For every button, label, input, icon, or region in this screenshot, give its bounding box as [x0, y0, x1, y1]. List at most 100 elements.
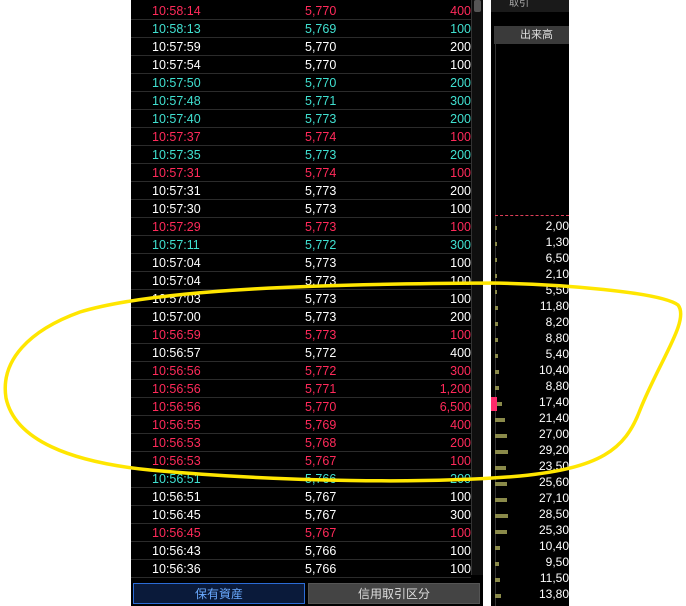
volume-bar [495, 290, 497, 294]
tick-row[interactable]: 10:57:00 5,773 200 [131, 308, 471, 326]
tick-volume: 100 [450, 274, 471, 288]
tick-row[interactable]: 10:57:50 5,770 200 [131, 74, 471, 92]
volume-value: 25,60 [538, 475, 569, 489]
tick-time: 10:56:53 [152, 454, 201, 468]
scrollbar-thumb[interactable] [474, 0, 481, 12]
volume-bar [495, 578, 500, 582]
tick-row[interactable]: 10:56:53 5,768 200 [131, 434, 471, 452]
volume-bar [495, 498, 507, 502]
volume-row: 11,50 [491, 570, 569, 586]
tick-volume: 300 [450, 238, 471, 252]
tick-time: 10:56:53 [152, 436, 201, 450]
volume-row: 9,50 [491, 554, 569, 570]
tick-row[interactable]: 10:57:30 5,773 100 [131, 200, 471, 218]
tick-row[interactable]: 10:56:45 5,767 100 [131, 524, 471, 542]
tick-volume: 100 [450, 256, 471, 270]
volume-bar [495, 530, 507, 534]
tick-row[interactable]: 10:56:56 5,771 1,200 [131, 380, 471, 398]
volume-row: 2,00 [491, 218, 569, 234]
tick-price: 5,766 [305, 544, 337, 558]
tick-row[interactable]: 10:57:54 5,770 100 [131, 56, 471, 74]
tick-time: 10:56:45 [152, 508, 201, 522]
volume-row: 2,10 [491, 266, 569, 282]
tick-price: 5,773 [305, 148, 337, 162]
tick-row[interactable]: 10:57:35 5,773 200 [131, 146, 471, 164]
tick-row[interactable]: 10:58:13 5,769 100 [131, 20, 471, 38]
tick-volume: 200 [450, 436, 471, 450]
volume-bar [495, 466, 506, 470]
left-blank-area [0, 0, 131, 606]
volume-row: 27,10 [491, 490, 569, 506]
volume-bar [495, 386, 499, 390]
tick-time: 10:56:56 [152, 382, 201, 396]
volume-row: 10,40 [491, 362, 569, 378]
tick-volume: 100 [450, 292, 471, 306]
tick-row[interactable]: 10:56:45 5,767 300 [131, 506, 471, 524]
volume-header[interactable]: 出来高 [494, 26, 569, 44]
tick-row[interactable]: 10:56:59 5,773 100 [131, 326, 471, 344]
tick-row[interactable]: 10:56:53 5,767 100 [131, 452, 471, 470]
volume-row: 25,30 [491, 522, 569, 538]
tick-row[interactable]: 10:56:55 5,769 400 [131, 416, 471, 434]
tick-row[interactable]: 10:57:04 5,773 100 [131, 254, 471, 272]
tick-price: 5,773 [305, 220, 337, 234]
tick-price: 5,770 [305, 40, 337, 54]
tick-time: 10:57:04 [152, 274, 201, 288]
volume-row: 28,50 [491, 506, 569, 522]
tick-volume: 400 [450, 346, 471, 360]
tick-price: 5,773 [305, 292, 337, 306]
tick-row[interactable]: 10:56:43 5,766 100 [131, 542, 471, 560]
volume-row: 25,60 [491, 474, 569, 490]
tick-price: 5,772 [305, 364, 337, 378]
tick-row[interactable]: 10:56:56 5,772 300 [131, 362, 471, 380]
tick-time: 10:56:56 [152, 400, 201, 414]
tick-price: 5,768 [305, 436, 337, 450]
tick-row[interactable]: 10:57:40 5,773 200 [131, 110, 471, 128]
current-price-marker [491, 397, 497, 411]
volume-row: 5,40 [491, 346, 569, 362]
tick-row[interactable]: 10:57:04 5,773 100 [131, 272, 471, 290]
tick-time: 10:57:31 [152, 166, 201, 180]
tick-row[interactable]: 10:57:48 5,771 300 [131, 92, 471, 110]
tick-price: 5,767 [305, 454, 337, 468]
tick-row[interactable]: 10:57:31 5,773 200 [131, 182, 471, 200]
volume-row: 11,80 [491, 298, 569, 314]
tab-margin-type[interactable]: 信用取引区分 [308, 583, 480, 604]
tick-row[interactable]: 10:57:29 5,773 100 [131, 218, 471, 236]
tick-row[interactable]: 10:56:57 5,772 400 [131, 344, 471, 362]
tick-price: 5,769 [305, 22, 337, 36]
tick-row[interactable]: 10:58:14 5,770 400 [131, 2, 471, 20]
volume-bar [495, 322, 498, 326]
tick-price: 5,773 [305, 310, 337, 324]
tick-time: 10:57:40 [152, 112, 201, 126]
tick-row[interactable]: 10:56:56 5,770 6,500 [131, 398, 471, 416]
tick-volume: 100 [450, 166, 471, 180]
tick-volume: 100 [450, 490, 471, 504]
tick-volume: 100 [450, 454, 471, 468]
tick-volume: 300 [450, 508, 471, 522]
bottom-tab-bar: 保有資産 信用取引区分 [131, 580, 483, 606]
tick-row[interactable]: 10:57:59 5,770 200 [131, 38, 471, 56]
volume-row: 8,80 [491, 330, 569, 346]
tick-volume: 1,200 [439, 382, 471, 396]
tick-price: 5,773 [305, 112, 337, 126]
tick-row[interactable]: 10:56:51 5,767 100 [131, 488, 471, 506]
tick-row[interactable]: 10:56:51 5,766 200 [131, 470, 471, 488]
tick-time: 10:56:57 [152, 346, 201, 360]
tick-price: 5,773 [305, 328, 337, 342]
tick-row[interactable]: 10:57:37 5,774 100 [131, 128, 471, 146]
volume-bar [495, 514, 508, 518]
tick-scrollbar[interactable] [471, 0, 483, 575]
volume-bar [495, 274, 497, 278]
tick-time: 10:57:04 [152, 256, 201, 270]
tick-price: 5,772 [305, 346, 337, 360]
tab-holdings[interactable]: 保有資産 [133, 583, 305, 604]
volume-bar [495, 354, 498, 358]
tick-row[interactable]: 10:57:11 5,772 300 [131, 236, 471, 254]
tick-row[interactable]: 10:57:03 5,773 100 [131, 290, 471, 308]
tick-volume: 200 [450, 184, 471, 198]
tick-row[interactable]: 10:56:36 5,766 100 [131, 560, 471, 578]
tick-volume: 100 [450, 562, 471, 576]
tick-row[interactable]: 10:57:31 5,774 100 [131, 164, 471, 182]
volume-value: 11,50 [539, 571, 569, 585]
